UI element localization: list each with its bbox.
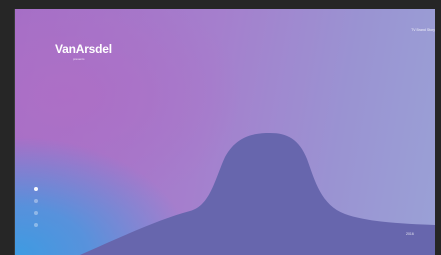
brand-tagline: presents	[73, 57, 85, 61]
slide-pager	[34, 187, 40, 235]
pager-dot[interactable]	[34, 211, 38, 215]
header-link[interactable]: TV Brand Story	[411, 28, 435, 33]
app-window: VanArsdel presents TV Brand Story 2016	[0, 0, 441, 255]
pager-dot[interactable]	[34, 223, 38, 227]
pager-dot[interactable]	[34, 199, 38, 203]
footer-label: 2016	[406, 232, 414, 236]
pager-dot[interactable]	[34, 187, 38, 191]
hero-slide: VanArsdel presents TV Brand Story 2016	[14, 9, 435, 255]
brand-logo[interactable]: VanArsdel	[55, 42, 112, 56]
